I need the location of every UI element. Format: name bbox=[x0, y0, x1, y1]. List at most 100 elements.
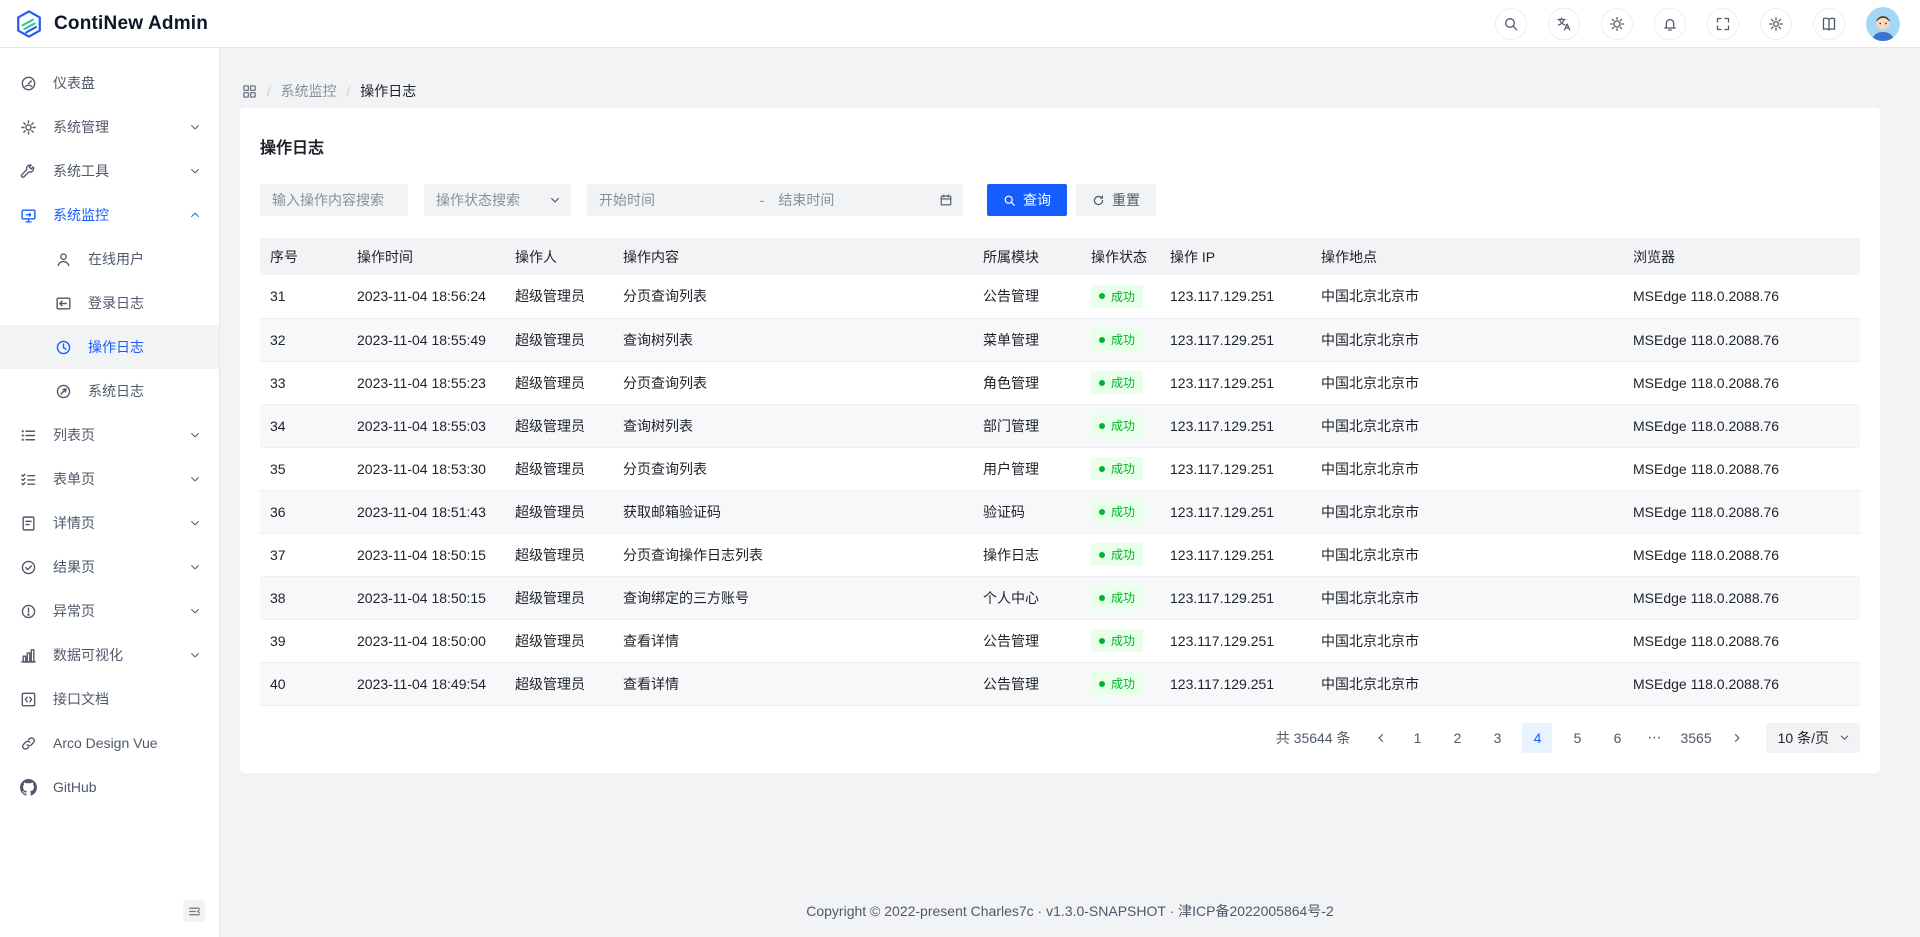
apps-grid-icon[interactable] bbox=[242, 84, 257, 99]
sidebar-item-detail[interactable]: 详情页 bbox=[0, 501, 219, 545]
table-cell: 分页查询列表 bbox=[613, 361, 973, 404]
table-row[interactable]: 392023-11-04 18:50:00超级管理员查看详情公告管理成功123.… bbox=[260, 619, 1860, 662]
page-size-select[interactable]: 10 条/页 bbox=[1766, 723, 1860, 753]
table-cell: 超级管理员 bbox=[505, 447, 613, 490]
table-cell: 获取邮箱验证码 bbox=[613, 490, 973, 533]
table-cell: 123.117.129.251 bbox=[1160, 447, 1311, 490]
sidebar-item-result[interactable]: 结果页 bbox=[0, 545, 219, 589]
sidebar-item-label: 表单页 bbox=[53, 469, 189, 489]
sidebar-item-label: GitHub bbox=[53, 779, 201, 795]
sidebar-item-clock[interactable]: 操作日志 bbox=[0, 325, 219, 369]
chevron-down-icon bbox=[189, 649, 201, 661]
translate-button[interactable] bbox=[1548, 8, 1580, 40]
table-cell: MSEdge 118.0.2088.76 bbox=[1623, 619, 1860, 662]
status-dot-icon bbox=[1099, 509, 1105, 515]
sidebar-item-link[interactable]: Arco Design Vue bbox=[0, 721, 219, 765]
table-column-header: 所属模块 bbox=[973, 238, 1081, 275]
sidebar-item-label: 结果页 bbox=[53, 557, 189, 577]
status-dot-icon bbox=[1099, 293, 1105, 299]
docs-button[interactable] bbox=[1813, 8, 1845, 40]
sidebar-item-github[interactable]: GitHub bbox=[0, 765, 219, 809]
pagination-page-5[interactable]: 5 bbox=[1562, 723, 1592, 753]
sidebar-item-user[interactable]: 在线用户 bbox=[0, 237, 219, 281]
table-cell: 分页查询操作日志列表 bbox=[613, 533, 973, 576]
sidebar-item-gear[interactable]: 系统管理 bbox=[0, 105, 219, 149]
search-button[interactable] bbox=[1495, 8, 1527, 40]
operation-status-select[interactable]: 操作状态搜索 bbox=[424, 184, 571, 216]
chevron-down-icon bbox=[549, 194, 561, 206]
sidebar-item-wrench[interactable]: 系统工具 bbox=[0, 149, 219, 193]
sidebar-item-dashboard[interactable]: 仪表盘 bbox=[0, 61, 219, 105]
table-row[interactable]: 322023-11-04 18:55:49超级管理员查询树列表菜单管理成功123… bbox=[260, 318, 1860, 361]
sidebar-item-label: Arco Design Vue bbox=[53, 735, 201, 751]
pagination-next-button[interactable] bbox=[1722, 723, 1752, 753]
theme-button[interactable] bbox=[1601, 8, 1633, 40]
app-title: ContiNew Admin bbox=[54, 13, 208, 35]
table-row[interactable]: 332023-11-04 18:55:23超级管理员分页查询列表角色管理成功12… bbox=[260, 361, 1860, 404]
range-separator: - bbox=[760, 192, 779, 208]
breadcrumb-item-parent[interactable]: 系统监控 bbox=[281, 81, 337, 101]
settings-button[interactable] bbox=[1760, 8, 1792, 40]
chevron-down-icon bbox=[189, 165, 201, 177]
table-cell: 个人中心 bbox=[973, 576, 1081, 619]
chevron-down-icon bbox=[189, 517, 201, 529]
table-cell: 中国北京北京市 bbox=[1311, 576, 1623, 619]
sidebar-item-monitor[interactable]: 系统监控 bbox=[0, 193, 219, 237]
exception-icon bbox=[20, 603, 37, 620]
table-row[interactable]: 372023-11-04 18:50:15超级管理员分页查询操作日志列表操作日志… bbox=[260, 533, 1860, 576]
sidebar-item-api-doc[interactable]: 接口文档 bbox=[0, 677, 219, 721]
search-icon bbox=[1003, 194, 1016, 207]
table-row[interactable]: 382023-11-04 18:50:15超级管理员查询绑定的三方账号个人中心成… bbox=[260, 576, 1860, 619]
gear-icon bbox=[1768, 16, 1784, 32]
sidebar-item-login-log[interactable]: 登录日志 bbox=[0, 281, 219, 325]
pagination-page-2[interactable]: 2 bbox=[1442, 723, 1472, 753]
table-row[interactable]: 312023-11-04 18:56:24超级管理员分页查询列表公告管理成功12… bbox=[260, 275, 1860, 318]
fullscreen-button[interactable] bbox=[1707, 8, 1739, 40]
table-cell: 菜单管理 bbox=[973, 318, 1081, 361]
sun-icon bbox=[1609, 16, 1625, 32]
reset-button[interactable]: 重置 bbox=[1076, 184, 1156, 216]
dashboard-icon bbox=[20, 75, 37, 92]
table-cell: 超级管理员 bbox=[505, 533, 613, 576]
table-row[interactable]: 402023-11-04 18:49:54超级管理员查看详情公告管理成功123.… bbox=[260, 662, 1860, 705]
table-cell: 中国北京北京市 bbox=[1311, 662, 1623, 705]
operation-content-search-input[interactable] bbox=[260, 184, 408, 216]
notifications-button[interactable] bbox=[1654, 8, 1686, 40]
pagination-page-6[interactable]: 6 bbox=[1602, 723, 1632, 753]
table-cell: 中国北京北京市 bbox=[1311, 533, 1623, 576]
link-icon bbox=[20, 735, 37, 752]
table-row[interactable]: 362023-11-04 18:51:43超级管理员获取邮箱验证码验证码成功12… bbox=[260, 490, 1860, 533]
table-cell: MSEdge 118.0.2088.76 bbox=[1623, 533, 1860, 576]
sidebar-item-list[interactable]: 列表页 bbox=[0, 413, 219, 457]
brand[interactable]: ContiNew Admin bbox=[0, 9, 208, 39]
date-range-picker[interactable]: 开始时间 - 结束时间 bbox=[587, 184, 963, 216]
table-row[interactable]: 352023-11-04 18:53:30超级管理员分页查询列表用户管理成功12… bbox=[260, 447, 1860, 490]
sidebar-item-syslog[interactable]: 系统日志 bbox=[0, 369, 219, 413]
table-cell: 2023-11-04 18:51:43 bbox=[347, 490, 505, 533]
start-time-placeholder: 开始时间 bbox=[599, 190, 760, 210]
table-cell: 33 bbox=[260, 361, 347, 404]
table-cell: 操作日志 bbox=[973, 533, 1081, 576]
table-cell: MSEdge 118.0.2088.76 bbox=[1623, 447, 1860, 490]
search-button[interactable]: 查询 bbox=[987, 184, 1067, 216]
chart-icon bbox=[20, 647, 37, 664]
table-cell: 中国北京北京市 bbox=[1311, 275, 1623, 318]
sidebar-item-chart[interactable]: 数据可视化 bbox=[0, 633, 219, 677]
table-cell: 验证码 bbox=[973, 490, 1081, 533]
pagination-ellipsis[interactable]: ⋯ bbox=[1642, 729, 1666, 746]
sidebar-item-form[interactable]: 表单页 bbox=[0, 457, 219, 501]
pagination-page-3565[interactable]: 3565 bbox=[1676, 723, 1715, 753]
pagination-prev-button[interactable] bbox=[1366, 723, 1396, 753]
wrench-icon bbox=[20, 163, 37, 180]
sidebar-item-exception[interactable]: 异常页 bbox=[0, 589, 219, 633]
sidebar-collapse-button[interactable] bbox=[183, 900, 205, 922]
table-row[interactable]: 342023-11-04 18:55:03超级管理员查询树列表部门管理成功123… bbox=[260, 404, 1860, 447]
table-cell: MSEdge 118.0.2088.76 bbox=[1623, 361, 1860, 404]
syslog-icon bbox=[55, 383, 72, 400]
pagination-page-3[interactable]: 3 bbox=[1482, 723, 1512, 753]
table-column-header: 序号 bbox=[260, 238, 347, 275]
pagination-page-1[interactable]: 1 bbox=[1402, 723, 1432, 753]
user-avatar[interactable] bbox=[1866, 7, 1900, 41]
translate-icon bbox=[1556, 16, 1572, 32]
pagination-page-4[interactable]: 4 bbox=[1522, 723, 1552, 753]
